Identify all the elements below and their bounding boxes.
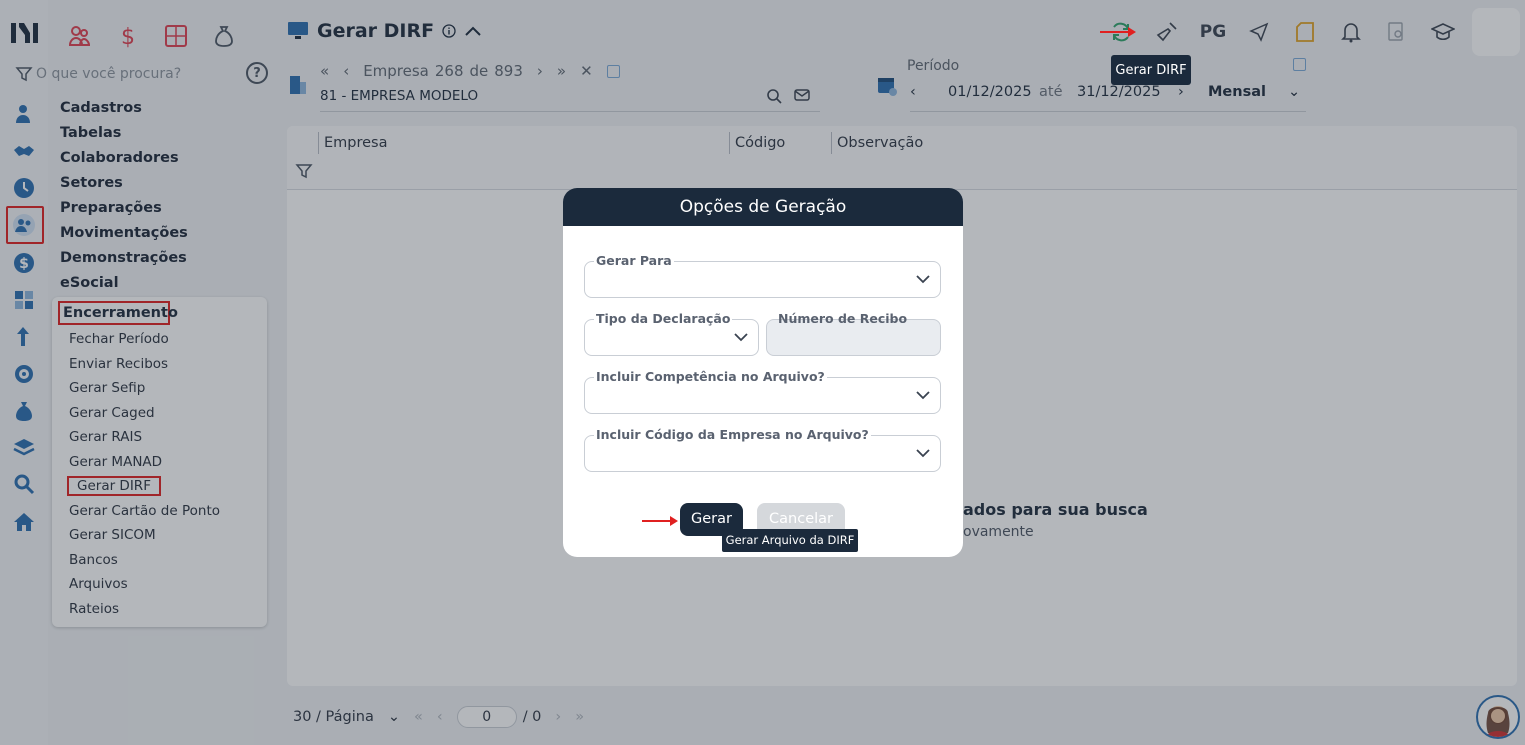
tooltip-gerar-dirf: Gerar DIRF (1111, 55, 1191, 85)
codigo-empresa-select[interactable]: Incluir Código da Empresa no Arquivo? (584, 427, 941, 472)
codigo-empresa-label: Incluir Código da Empresa no Arquivo? (594, 427, 871, 442)
gerar-para-label: Gerar Para (594, 253, 674, 268)
chevron-down-icon (916, 449, 930, 458)
tipo-declaracao-label: Tipo da Declaração (594, 311, 733, 326)
chevron-down-icon (916, 391, 930, 400)
tipo-declaracao-select[interactable]: Tipo da Declaração (584, 311, 759, 356)
options-dialog: Opções de Geração Gerar Para Tipo da Dec… (563, 188, 963, 557)
gerar-para-select[interactable]: Gerar Para (584, 253, 941, 298)
chevron-down-icon (916, 275, 930, 284)
numero-recibo-label: Número de Recibo (778, 311, 908, 326)
competencia-select[interactable]: Incluir Competência no Arquivo? (584, 369, 941, 414)
numero-recibo-field: Número de Recibo (766, 311, 941, 356)
tooltip-gerar-arquivo: Gerar Arquivo da DIRF (722, 529, 858, 552)
competencia-label: Incluir Competência no Arquivo? (594, 369, 827, 384)
red-arrow-annotation (642, 516, 678, 526)
dialog-title: Opções de Geração (563, 188, 963, 226)
chevron-down-icon (734, 333, 748, 342)
red-arrow-annotation (1100, 27, 1136, 37)
